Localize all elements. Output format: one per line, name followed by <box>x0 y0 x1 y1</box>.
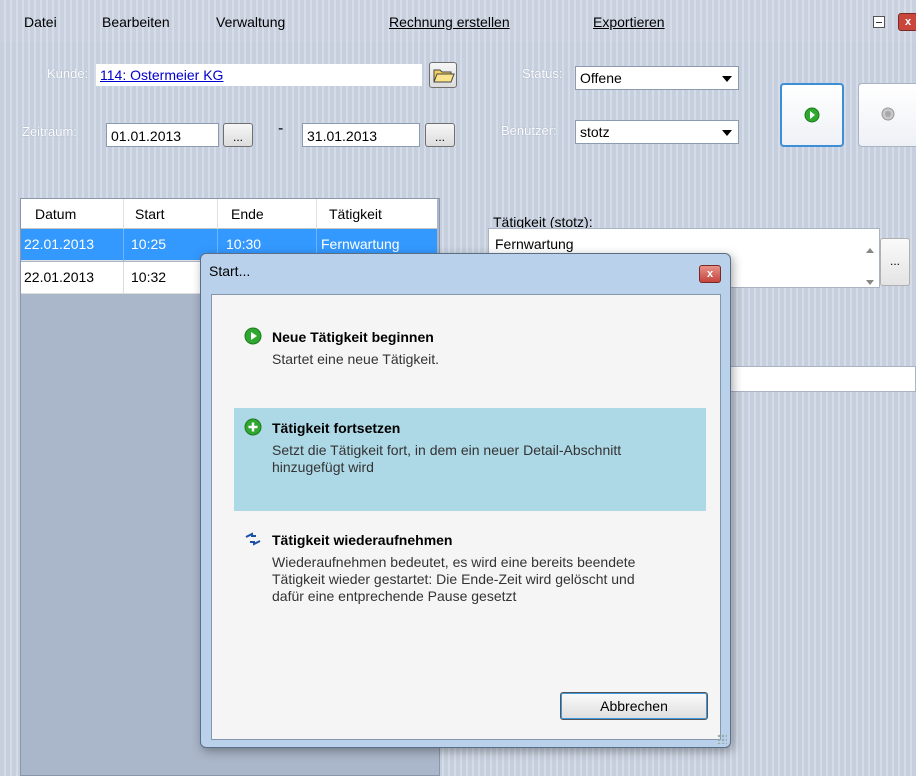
menu-bar: Datei Bearbeiten Verwaltung Rechnung ers… <box>0 0 916 42</box>
stop-button[interactable] <box>858 83 916 147</box>
start-button[interactable] <box>780 83 844 147</box>
benutzer-select[interactable]: stotz <box>575 120 739 144</box>
cell-divider <box>123 262 124 294</box>
column-divider <box>316 199 317 229</box>
option-taetigkeit-wiederaufnehmen[interactable]: Tätigkeit wiederaufnehmen Wiederaufnehme… <box>234 520 706 617</box>
start-dialog: Start... x Neue Tätigkeit beginnen Start… <box>200 253 731 748</box>
minimize-icon[interactable] <box>873 16 885 28</box>
menu-rechnung-erstellen[interactable]: Rechnung erstellen <box>389 14 510 30</box>
column-divider <box>217 199 218 229</box>
resume-arrows-icon <box>245 532 261 546</box>
benutzer-value: stotz <box>580 124 610 140</box>
benutzer-label: Benutzer: <box>501 123 557 138</box>
option-title: Tätigkeit fortsetzen <box>272 420 401 436</box>
right-input-field[interactable] <box>720 366 916 392</box>
play-icon <box>804 107 820 123</box>
option-description: Wiederaufnehmen bedeutet, es wird eine b… <box>272 554 636 604</box>
status-label: Status: <box>522 66 563 81</box>
resize-grip-icon[interactable] <box>717 734 727 744</box>
folder-open-button[interactable] <box>429 62 457 88</box>
from-date-picker-button[interactable]: ... <box>223 123 253 147</box>
option-title: Neue Tätigkeit beginnen <box>272 329 434 345</box>
status-value: Offene <box>580 70 622 86</box>
cell-start: 10:32 <box>131 269 167 285</box>
close-window-icon[interactable]: x <box>898 13 916 31</box>
column-header-start[interactable]: Start <box>135 206 165 222</box>
menu-exportieren[interactable]: Exportieren <box>593 14 665 30</box>
option-neue-taetigkeit[interactable]: Neue Tätigkeit beginnen Startet eine neu… <box>234 317 706 380</box>
kunde-field[interactable]: 114: Ostermeier KG <box>96 64 422 86</box>
column-header-taetigkeit[interactable]: Tätigkeit <box>329 206 382 222</box>
menu-verwaltung[interactable]: Verwaltung <box>216 14 285 30</box>
date-range-dash: - <box>278 120 284 137</box>
detail-more-button[interactable]: ... <box>880 238 910 286</box>
dialog-close-icon[interactable]: x <box>699 265 721 283</box>
column-header-datum[interactable]: Datum <box>35 206 76 222</box>
menu-datei[interactable]: Datei <box>24 14 57 30</box>
option-title: Tätigkeit wiederaufnehmen <box>272 532 453 548</box>
to-date-picker-button[interactable]: ... <box>425 123 455 147</box>
cancel-button[interactable]: Abbrechen <box>560 692 708 720</box>
play-circle-icon <box>244 327 262 345</box>
from-date-field[interactable]: 01.01.2013 <box>106 123 219 147</box>
scroll-down-icon[interactable] <box>866 280 874 285</box>
chevron-down-icon <box>722 76 732 82</box>
cell-start: 10:25 <box>131 236 167 252</box>
option-description: Setzt die Tätigkeit fort, in dem ein neu… <box>272 442 622 475</box>
dialog-body: Neue Tätigkeit beginnen Startet eine neu… <box>211 294 721 740</box>
to-date-field[interactable]: 31.01.2013 <box>302 123 420 147</box>
kunde-label: Kunde: <box>47 66 89 81</box>
column-divider <box>123 199 124 229</box>
cell-taetigkeit: Fernwartung <box>321 236 400 252</box>
option-description: Startet eine neue Tätigkeit. <box>272 351 440 367</box>
cell-datum: 22.01.2013 <box>24 236 95 252</box>
chevron-down-icon <box>722 130 732 136</box>
zeitraum-label: Zeitraum: <box>22 124 77 139</box>
option-taetigkeit-fortsetzen[interactable]: Tätigkeit fortsetzen Setzt die Tätigkeit… <box>234 408 706 511</box>
cell-divider <box>123 229 124 261</box>
status-select[interactable]: Offene <box>575 66 739 90</box>
menu-bearbeiten[interactable]: Bearbeiten <box>102 14 170 30</box>
plus-circle-icon <box>244 418 262 436</box>
folder-icon <box>433 69 455 83</box>
column-header-ende[interactable]: Ende <box>231 206 264 222</box>
dialog-title: Start... <box>209 263 251 279</box>
scroll-up-icon[interactable] <box>866 248 874 253</box>
cell-ende: 10:30 <box>226 236 262 252</box>
stop-icon <box>881 107 895 121</box>
cell-datum: 22.01.2013 <box>24 269 95 285</box>
table-header: Datum Start Ende Tätigkeit <box>21 199 437 229</box>
